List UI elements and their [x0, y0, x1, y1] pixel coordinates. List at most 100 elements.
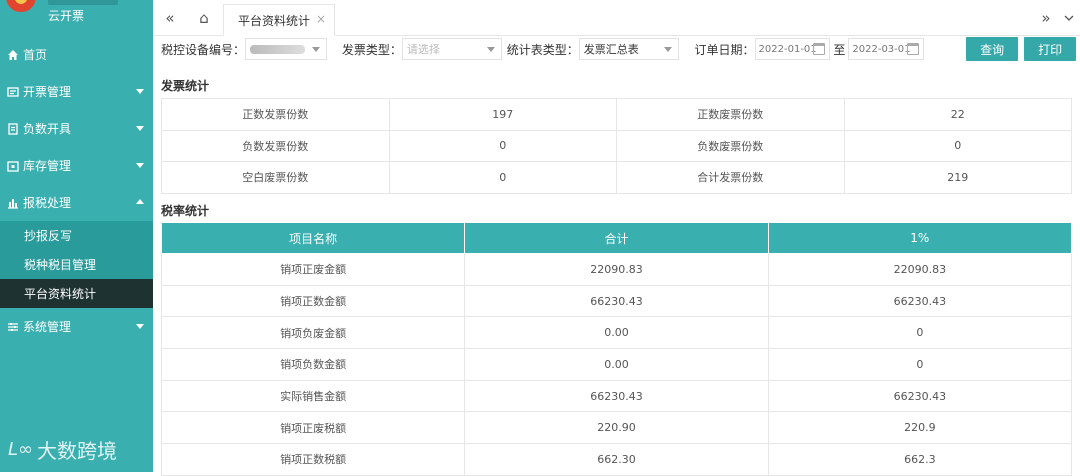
chevron-down-icon	[486, 47, 495, 52]
tab-bar: « ⌂ 平台资料统计 × »	[153, 0, 1080, 36]
query-button[interactable]: 查询	[966, 37, 1019, 61]
inventory-icon	[7, 160, 19, 172]
table-row: 销项负数金额 0.00 0	[160, 348, 1073, 381]
filter-bar: 税控设备编号： 发票类型： 请选择 统计表类型： 发票汇总表 订单日期： 202…	[161, 37, 1077, 61]
sidebar-item-negative-invoice[interactable]: 负数开具	[0, 110, 153, 147]
home-icon	[7, 49, 19, 61]
table-row: 销项正数金额 66230.43 66230.43	[160, 284, 1073, 318]
table-row: 销项正废金额 22090.83 22090.83	[160, 253, 1073, 286]
table-row: 空白废票份数 0 合计发票份数 219	[161, 161, 1072, 194]
submenu-tax-processing: 抄报反写 税种税目管理 平台资料统计	[0, 221, 153, 308]
stat-label: 正数废票份数	[616, 98, 845, 131]
column-header: 1%	[767, 222, 1073, 254]
sidebar-item-tax-processing[interactable]: 报税处理	[0, 184, 153, 221]
stat-label: 负数发票份数	[161, 129, 390, 162]
sidebar-item-label: 首页	[23, 48, 48, 62]
item-name-cell: 销项正废金额	[160, 253, 466, 286]
watermark-text: 大数跨境	[37, 439, 118, 463]
date-separator: 至	[833, 42, 846, 57]
amount-cell: 0.00	[464, 316, 769, 350]
watermark: ᒪ∞ 大数跨境	[8, 435, 117, 464]
item-name-cell: 销项正数税额	[160, 443, 466, 476]
sidebar-item-inventory[interactable]: 库存管理	[0, 147, 153, 184]
submenu-item-tax-category[interactable]: 税种税目管理	[0, 250, 153, 279]
submenu-item-platform-stats[interactable]: 平台资料统计	[0, 279, 153, 308]
stat-value: 219	[843, 161, 1072, 194]
close-icon[interactable]: ×	[316, 12, 326, 26]
collapse-sidebar-icon[interactable]: «	[155, 0, 185, 36]
amount-cell: 66230.43	[464, 284, 769, 318]
sidebar-item-label: 报税处理	[23, 196, 72, 210]
amount-cell: 0	[767, 348, 1073, 381]
table-row: 销项正数税额 662.30 662.3	[160, 443, 1073, 476]
table-row: 销项负废金额 0.00 0	[160, 316, 1073, 350]
watermark-logo-icon: ᒪ∞	[8, 439, 34, 460]
print-button[interactable]: 打印	[1024, 37, 1077, 61]
amount-cell: 220.90	[464, 411, 769, 445]
report-type-label: 统计表类型：	[506, 42, 579, 57]
table-row: 正数发票份数 197 正数废票份数 22	[161, 98, 1072, 131]
sidebar-item-label: 系统管理	[23, 320, 72, 334]
date-to-value: 2022-03-01	[852, 43, 911, 55]
amount-cell: 0	[767, 316, 1073, 350]
calendar-icon	[813, 43, 826, 55]
amount-cell: 662.3	[767, 443, 1073, 476]
stat-label: 合计发票份数	[616, 161, 845, 194]
invoice-type-select[interactable]: 请选择	[401, 38, 502, 60]
invoice-stats-title: 发票统计	[161, 79, 210, 93]
invoice-type-placeholder: 请选择	[406, 43, 440, 56]
chevron-down-icon	[136, 126, 144, 131]
document-icon	[7, 122, 19, 135]
scroll-tabs-right-icon[interactable]: »	[1031, 0, 1061, 36]
amount-cell: 66230.43	[767, 284, 1073, 318]
chart-icon	[7, 197, 19, 209]
settings-icon	[7, 321, 19, 333]
submenu-item-copy-report[interactable]: 抄报反写	[0, 221, 153, 250]
amount-cell: 66230.43	[767, 379, 1073, 413]
tab-platform-stats[interactable]: 平台资料统计 ×	[223, 4, 335, 36]
amount-cell: 22090.83	[767, 253, 1073, 286]
stat-value: 197	[388, 98, 617, 131]
item-name-cell: 实际销售金额	[160, 379, 466, 413]
date-from-value: 2022-01-01	[758, 43, 817, 55]
date-from-input[interactable]: 2022-01-01	[754, 38, 831, 60]
brand-name: 云开票	[48, 9, 85, 23]
home-tab-icon[interactable]: ⌂	[189, 0, 219, 36]
stat-value: 0	[388, 161, 617, 194]
sidebar-item-home[interactable]: 首页	[0, 36, 153, 73]
stat-label: 正数发票份数	[161, 98, 390, 131]
invoice-type-label: 发票类型：	[341, 42, 402, 57]
amount-cell: 662.30	[464, 443, 769, 476]
stat-value: 0	[843, 129, 1072, 162]
sidebar-item-label: 库存管理	[23, 159, 72, 173]
report-type-value: 发票汇总表	[583, 43, 639, 56]
amount-cell: 220.9	[767, 411, 1073, 445]
stat-value: 22	[843, 98, 1072, 131]
sidebar-item-label: 负数开具	[23, 122, 72, 136]
stat-label: 负数废票份数	[616, 129, 845, 162]
sidebar-menu: 首页 开票管理 负数开具 库存管理 报税处理	[0, 36, 153, 221]
item-name-cell: 销项负废金额	[160, 316, 466, 350]
report-type-select[interactable]: 发票汇总表	[578, 38, 679, 60]
chevron-down-icon	[136, 163, 144, 168]
stat-value: 0	[388, 129, 617, 162]
table-header-row: 项目名称 合计 1%	[160, 222, 1073, 254]
table-row: 负数发票份数 0 负数废票份数 0	[161, 129, 1072, 162]
amount-cell: 0.00	[464, 348, 769, 381]
brand: 云开票	[0, 0, 153, 36]
date-to-input[interactable]: 2022-03-01	[848, 38, 925, 60]
chevron-up-icon	[136, 199, 144, 204]
device-label: 税控设备编号：	[161, 42, 246, 57]
chevron-down-icon	[136, 89, 144, 94]
amount-cell: 22090.83	[464, 253, 769, 286]
column-header: 合计	[464, 222, 769, 254]
brand-logo	[6, 0, 36, 12]
invoice-icon	[7, 86, 19, 98]
tab-options-icon[interactable]	[1058, 0, 1080, 36]
invoice-stats-table: 正数发票份数 197 正数废票份数 22 负数发票份数 0 负数废票份数 0 空白废票份数 0 合计…	[161, 98, 1072, 194]
sidebar: 云开票 首页 开票管理 负数开具 库存管理 报税处理 抄报反写 税种税目管理 平…	[0, 0, 153, 472]
table-row: 实际销售金额 66230.43 66230.43	[160, 379, 1073, 413]
sidebar-item-system-management[interactable]: 系统管理	[0, 308, 153, 345]
device-select[interactable]	[245, 38, 327, 60]
sidebar-item-invoice-management[interactable]: 开票管理	[0, 73, 153, 110]
